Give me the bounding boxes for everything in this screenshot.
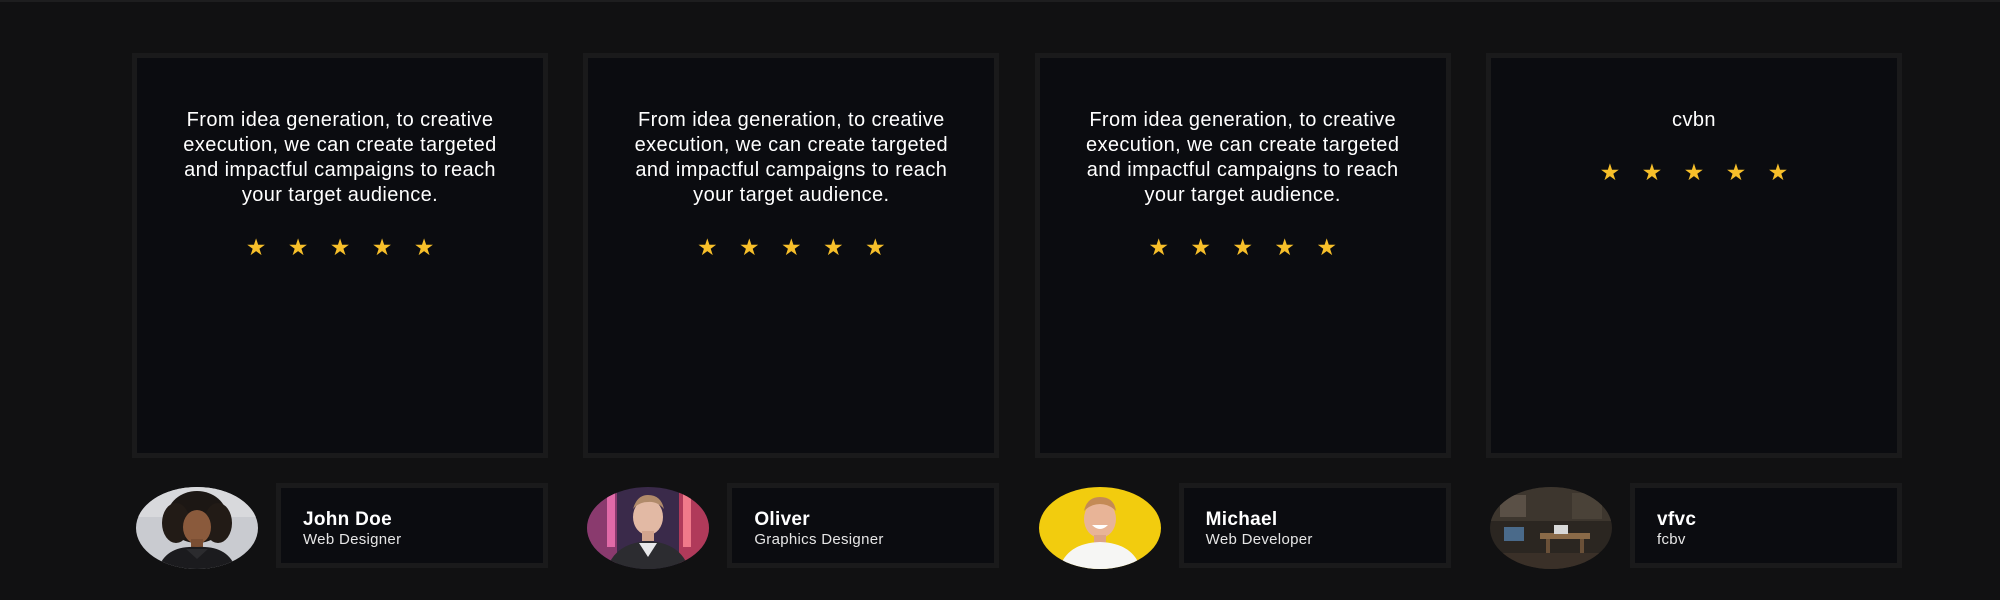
star-icon: ★ [1190,234,1211,260]
author-name: vfvc [1656,509,1697,530]
author-block: John Doe Web Designer [132,483,548,569]
testimonial-card: cvbn ★ ★ ★ ★ ★ [1485,53,1902,458]
author-role: Web Designer [303,531,402,548]
star-icon: ★ [329,234,351,260]
author-card: Michael Web Developer [1178,483,1451,568]
author-card: Oliver Graphics Designer [727,483,1000,568]
star-icon: ★ [1148,234,1169,260]
author-block: Oliver Graphics Designer [583,483,1000,569]
top-divider [0,0,2000,2]
star-icon: ★ [1599,159,1621,185]
author-block: Michael Web Developer [1035,483,1451,569]
star-rating: ★ ★ ★ ★ ★ [137,236,543,259]
testimonial-card: From idea generation, to creative execut… [132,53,548,458]
author-name: Oliver [754,509,810,530]
star-icon: ★ [245,234,267,260]
author-role: Graphics Designer [754,531,884,548]
author-card: vfvc fcbv [1629,483,1902,568]
testimonial-quote: From idea generation, to creative execut… [1085,109,1400,206]
author-name: Michael [1205,509,1278,530]
testimonial-card: From idea generation, to creative execut… [583,53,1000,458]
star-rating: ★ ★ ★ ★ ★ [1491,161,1897,184]
star-icon: ★ [739,234,760,260]
star-icon: ★ [823,234,844,260]
testimonial-authors: John Doe Web Designer Oliver Graphics De… [132,483,1902,569]
star-icon: ★ [1725,159,1747,185]
avatar [1489,487,1612,569]
avatar [1038,487,1161,569]
star-icon: ★ [1274,234,1295,260]
star-rating: ★ ★ ★ ★ ★ [588,236,994,259]
star-rating: ★ ★ ★ ★ ★ [1040,236,1446,259]
testimonial-quote: From idea generation, to creative execut… [183,109,497,206]
testimonial-quote: From idea generation, to creative execut… [634,109,949,206]
star-icon: ★ [1232,234,1253,260]
star-icon: ★ [1316,234,1337,260]
testimonial-quote: cvbn [1672,109,1716,131]
star-icon: ★ [865,234,886,260]
star-icon: ★ [1683,159,1705,185]
star-icon: ★ [371,234,393,260]
star-icon: ★ [287,234,309,260]
star-icon: ★ [781,234,802,260]
star-icon: ★ [697,234,718,260]
star-icon: ★ [413,234,435,260]
testimonial-card: From idea generation, to creative execut… [1034,53,1451,458]
author-role: Web Developer [1205,531,1313,548]
author-block: vfvc fcbv [1486,483,1902,569]
author-card: John Doe Web Designer [276,483,548,568]
author-name: John Doe [303,509,392,530]
avatar [587,487,710,569]
avatar [136,487,258,569]
star-icon: ★ [1767,159,1789,185]
testimonial-cards: From idea generation, to creative execut… [132,53,1902,458]
star-icon: ★ [1641,159,1663,185]
author-role: fcbv [1656,531,1686,548]
